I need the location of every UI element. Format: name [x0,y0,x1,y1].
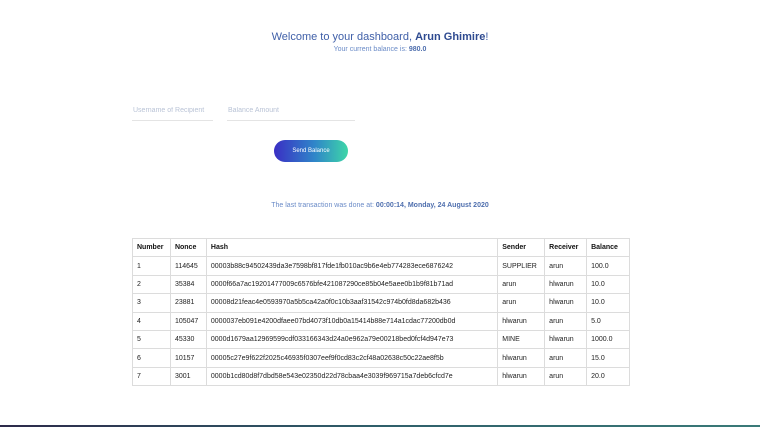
cell-hash: 00005c27e9f622f2025c46935f0307eef9f0cd83… [205,348,499,368]
column-header-balance: Balance [586,237,630,258]
column-header-receiver: Receiver [544,237,588,258]
cell-balance: 20.0 [586,366,630,387]
last-transaction-info: The last transaction was done at: 00:00:… [0,202,760,209]
table-row: 7 3001 0000b1cd80d8f7dbd58e543e02350d22d78… [132,366,630,387]
cell-receiver: arun [544,348,588,368]
balance-amount-input[interactable] [227,100,355,121]
column-header-hash: Hash [205,237,499,258]
cell-hash: 0000037eb091e4200dfaee07bd4073f10db0a154… [205,311,499,331]
cell-sender: MINE [497,329,546,350]
table-row: 3 23881 00008d21feac4e0593970a5b5ca42a0f0c… [132,293,630,313]
cell-receiver: hlwarun [544,274,588,295]
table-row: 2 35384 0000f66a7ac19201477009c6576bfe4210… [132,274,630,295]
last-transaction-label: The last transaction was done at: [271,202,376,209]
cell-number: 5 [132,329,171,350]
table-header-row: Number Nonce Hash Sender Receiver Balance [132,237,630,258]
cell-hash: 00003b88c94502439da3e7598bf817fde1fb010a… [205,256,499,276]
column-header-number: Number [132,237,171,258]
balance-label: Your current balance is: [333,46,409,53]
cell-hash: 0000b1cd80d8f7dbd58e543e02350d22d78cbaa4… [205,366,499,387]
cell-hash: 00008d21feac4e0593970a5b5ca42a0f0c10b3aa… [205,293,499,313]
cell-nonce: 10157 [169,348,207,368]
cell-nonce: 105047 [169,311,207,331]
user-name: Arun Ghimire [415,31,486,43]
cell-nonce: 23881 [169,293,207,313]
cell-number: 3 [132,293,171,313]
table-row: 5 45330 0000d1679aa12969599cdf033166343d24… [132,329,630,350]
cell-receiver: arun [544,256,588,276]
column-header-nonce: Nonce [169,237,207,258]
cell-sender: hlwarun [497,348,546,368]
cell-balance: 5.0 [586,311,630,331]
current-balance: Your current balance is: 980.0 [0,46,760,53]
transactions-table-body: 1 114645 00003b88c94502439da3e7598bf817fde… [132,256,630,387]
cell-number: 2 [132,274,171,295]
last-transaction-time: 00:00:14, Monday, 24 August 2020 [375,202,489,209]
column-header-sender: Sender [497,237,546,258]
cell-nonce: 114645 [169,256,207,276]
transactions-table: Number Nonce Hash Sender Receiver Balance 1 11… [132,237,630,387]
cell-hash: 0000d1679aa12969599cdf033166343d24a0e962… [205,329,499,350]
cell-balance: 15.0 [586,348,630,368]
cell-number: 7 [132,366,171,387]
cell-receiver: hlwarun [544,329,588,350]
cell-receiver: arun [544,311,588,331]
cell-receiver: hlwarun [544,293,588,313]
cell-nonce: 35384 [169,274,207,295]
send-balance-button[interactable]: Send Balance [274,140,348,162]
cell-balance: 100.0 [586,256,630,276]
cell-sender: hlwarun [497,311,546,331]
cell-number: 6 [132,348,171,368]
cell-hash: 0000f66a7ac19201477009c6576bfe421087290c… [205,274,499,295]
cell-number: 1 [132,256,171,276]
welcome-heading: Welcome to your dashboard, Arun Ghimire! [0,31,760,43]
cell-sender: arun [497,293,546,313]
welcome-suffix: ! [485,31,489,43]
cell-sender: SUPPLIER [497,256,546,276]
table-row: 6 10157 00005c27e9f622f2025c46935f0307eef9… [132,348,630,368]
cell-nonce: 3001 [169,366,207,387]
balance-value: 980.0 [408,46,427,53]
cell-nonce: 45330 [169,329,207,350]
recipient-username-input[interactable] [132,100,213,121]
cell-balance: 10.0 [586,274,630,295]
cell-sender: arun [497,274,546,295]
cell-number: 4 [132,311,171,331]
welcome-prefix: Welcome to your dashboard, [271,31,416,43]
table-row: 4 105047 0000037eb091e4200dfaee07bd4073f10… [132,311,630,331]
cell-sender: hlwarun [497,366,546,387]
cell-balance: 1000.0 [586,329,630,350]
cell-receiver: arun [544,366,588,387]
table-row: 1 114645 00003b88c94502439da3e7598bf817fde… [132,256,630,276]
cell-balance: 10.0 [586,293,630,313]
